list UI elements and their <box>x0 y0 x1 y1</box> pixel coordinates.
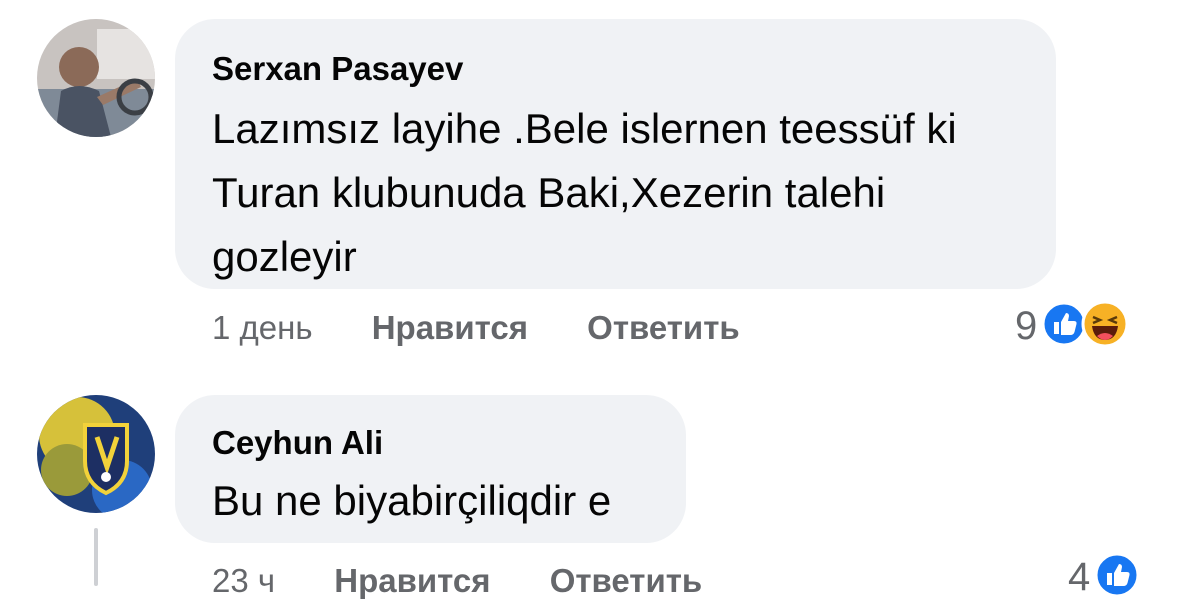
like-button[interactable]: Нравится <box>372 309 528 346</box>
reaction-summary[interactable]: 9 <box>1015 300 1129 353</box>
like-button[interactable]: Нравится <box>334 562 490 599</box>
reaction-count: 4 <box>1068 555 1091 599</box>
reply-button[interactable]: Ответить <box>550 562 703 599</box>
reaction-count: 9 <box>1015 304 1038 348</box>
comment-text-line: Lazımsız layihe .Bele islernen teessüf k… <box>212 105 957 152</box>
comment-timestamp[interactable]: 1 день <box>212 309 313 346</box>
avatar[interactable] <box>37 395 155 513</box>
haha-icon <box>1081 300 1129 353</box>
comment-text-line: gozleyir <box>212 233 357 280</box>
reaction-summary[interactable]: 4 <box>1068 552 1140 603</box>
reply-thread-line <box>94 528 98 586</box>
comment-author[interactable]: Ceyhun Ali <box>212 423 686 463</box>
reply-button[interactable]: Ответить <box>587 309 740 346</box>
comment-bubble: Serxan Pasayev Lazımsız layihe .Bele isl… <box>175 19 1056 289</box>
comment-bubble: Ceyhun Ali Bu ne biyabirçiliqdir e <box>175 395 686 543</box>
avatar[interactable] <box>37 19 155 137</box>
comment-timestamp[interactable]: 23 ч <box>212 562 275 599</box>
comment-text-line: Bu ne biyabirçiliqdir e <box>212 477 612 524</box>
like-icon <box>1094 552 1140 603</box>
comment-text-line: Turan klubunuda Baki,Xezerin talehi <box>212 169 886 216</box>
comment-author[interactable]: Serxan Pasayev <box>212 49 1056 89</box>
